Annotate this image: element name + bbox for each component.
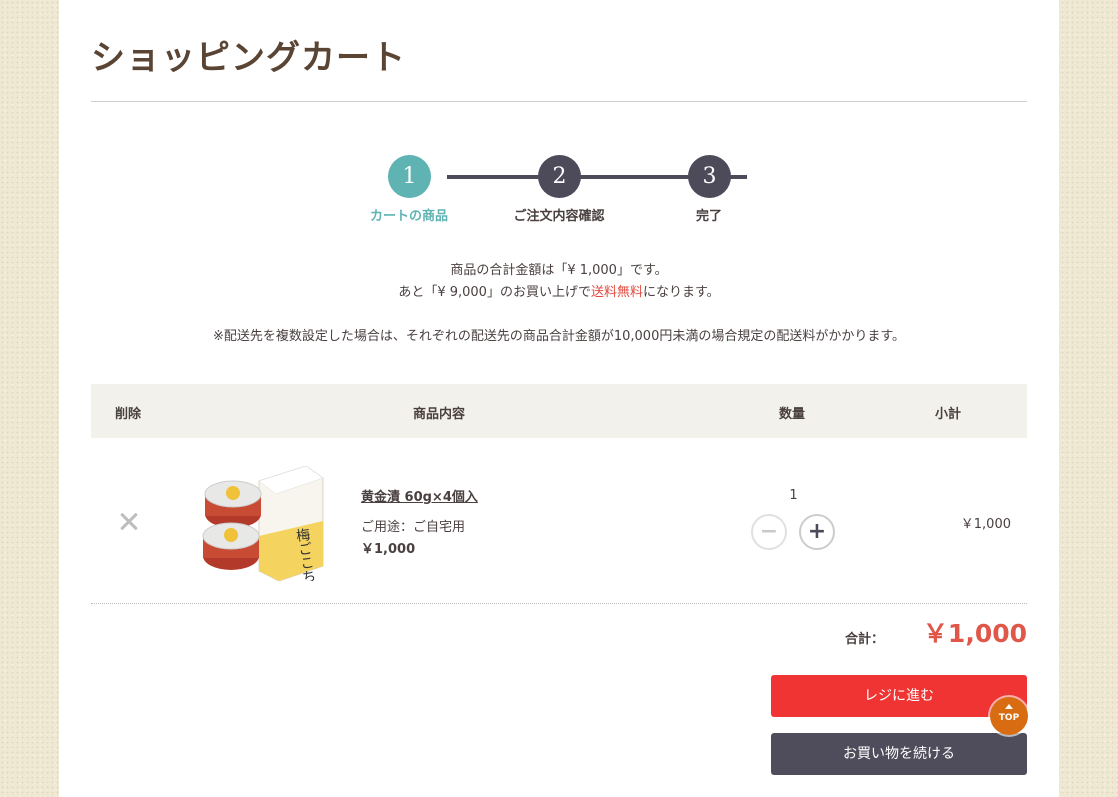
free-shipping-suffix: になります。 <box>642 285 720 300</box>
top-label: TOP <box>998 713 1020 723</box>
total-label: 合計： <box>845 632 885 647</box>
header-subtotal: 小計 <box>935 407 962 422</box>
header-delete: 削除 <box>115 407 142 422</box>
title-divider <box>91 101 1027 102</box>
quantity-value: 1 <box>789 488 798 503</box>
cart-total-message: 商品の合計金額は「¥ 1,000」です。 <box>450 263 668 278</box>
plus-icon: + <box>807 519 827 544</box>
total-value: ￥1,000 <box>922 619 1027 648</box>
item-subtotal: ￥1,000 <box>960 517 1011 532</box>
progress-steps: 1 2 3 カートの商品 ご注文内容確認 完了 <box>359 155 759 235</box>
product-image[interactable]: 梅ごこち <box>201 466 326 581</box>
header-product: 商品内容 <box>413 407 466 422</box>
product-usage: ご用途：ご自宅用 <box>361 520 466 535</box>
free-shipping-prefix: あと「¥ 9,000」のお買い上げで <box>398 285 591 300</box>
continue-shopping-button[interactable]: お買い物を続ける <box>771 733 1027 775</box>
back-to-top-button[interactable]: TOP <box>990 697 1028 735</box>
arrow-up-icon <box>1005 704 1013 709</box>
step-2-label: ご注文内容確認 <box>513 209 605 224</box>
decrease-quantity-button[interactable]: − <box>751 514 787 550</box>
free-shipping-message: あと「¥ 9,000」のお買い上げで送料無料になります。 <box>59 281 1059 300</box>
increase-quantity-button[interactable]: + <box>799 514 835 550</box>
step-1-label: カートの商品 <box>369 209 448 224</box>
minus-icon: − <box>759 519 779 544</box>
header-quantity: 数量 <box>779 407 806 422</box>
page-title: ショッピングカート <box>91 38 406 78</box>
product-name-link[interactable]: 黄金漬 60g×4個入 <box>361 486 478 505</box>
step-3-circle: 3 <box>688 155 731 198</box>
cart-table-header: 削除 商品内容 数量 小計 <box>91 384 1027 438</box>
step-1-circle: 1 <box>388 155 431 198</box>
product-price: ￥1,000 <box>361 542 416 557</box>
step-3-label: 完了 <box>695 209 722 224</box>
cart-item-row: 梅ごこち 黄金漬 60g×4個入 ご用途：ご自宅用 ￥1,000 1 − + ￥… <box>91 438 1027 604</box>
shipping-note: ※配送先を複数設定した場合は、それぞれの配送先の商品合計金額が10,000円未満… <box>212 329 906 344</box>
cart-panel: ショッピングカート 1 2 3 カートの商品 ご注文内容確認 完了 商品の合計金… <box>59 0 1059 797</box>
remove-item-icon[interactable] <box>117 510 141 534</box>
checkout-button[interactable]: レジに進む <box>771 675 1027 717</box>
step-2-circle: 2 <box>538 155 581 198</box>
free-shipping-highlight: 送料無料 <box>590 285 643 300</box>
